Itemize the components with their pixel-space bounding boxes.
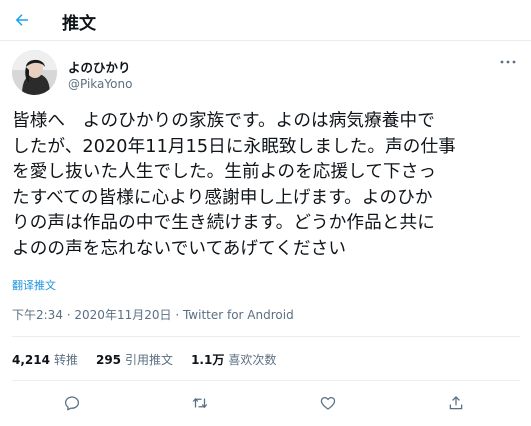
retweets-count: 4,214 [12,353,50,367]
like-icon [320,396,336,410]
author-handle[interactable]: @PikaYono [68,77,132,91]
avatar-image [12,50,57,95]
tweet-actions [0,386,531,420]
avatar[interactable] [12,50,57,95]
page-title: 推文 [62,14,96,34]
more-icon [500,60,516,64]
like-button[interactable] [318,393,338,413]
tweet-author: よのひかり @PikaYono [12,50,520,98]
arrow-left-icon [15,14,28,26]
meta-separator: · [171,308,183,322]
tweet-meta: 下午2:34 · 2020年11月20日 · Twitter for Andro… [12,306,294,323]
share-button[interactable] [446,393,466,413]
author-display-name[interactable]: よのひかり [68,57,131,76]
quotes-stat[interactable]: 295 引用推文 [96,351,173,368]
reply-icon [64,396,80,411]
tweet-source[interactable]: Twitter for Android [183,308,294,322]
retweet-button[interactable] [190,393,210,413]
back-button[interactable] [9,7,35,33]
top-bar: 推文 [0,0,531,41]
likes-stat[interactable]: 1.1万 喜欢次数 [191,351,276,368]
translate-tweet-link[interactable]: 翻译推文 [12,277,56,293]
reply-button[interactable] [62,393,82,413]
share-icon [449,396,463,410]
divider [12,336,520,337]
likes-label: 喜欢次数 [228,353,277,367]
tweet-text: 皆様へ よのひかりの家族です。よのは病気療養中で したが、2020年11月15日… [12,111,456,259]
likes-count: 1.1万 [191,353,225,367]
tweet-stats: 4,214 转推 295 引用推文 1.1万 喜欢次数 [12,351,294,368]
tweet-time[interactable]: 下午2:34 [12,308,63,322]
retweets-label: 转推 [53,353,78,367]
quotes-label: 引用推文 [125,353,174,367]
retweets-stat[interactable]: 4,214 转推 [12,351,78,368]
retweet-icon [192,397,208,409]
more-options-button[interactable] [498,54,518,70]
quotes-count: 295 [95,353,122,367]
tweet-date[interactable]: 2020年11月20日 [74,308,171,322]
divider [12,380,520,381]
meta-separator: · [62,308,75,322]
